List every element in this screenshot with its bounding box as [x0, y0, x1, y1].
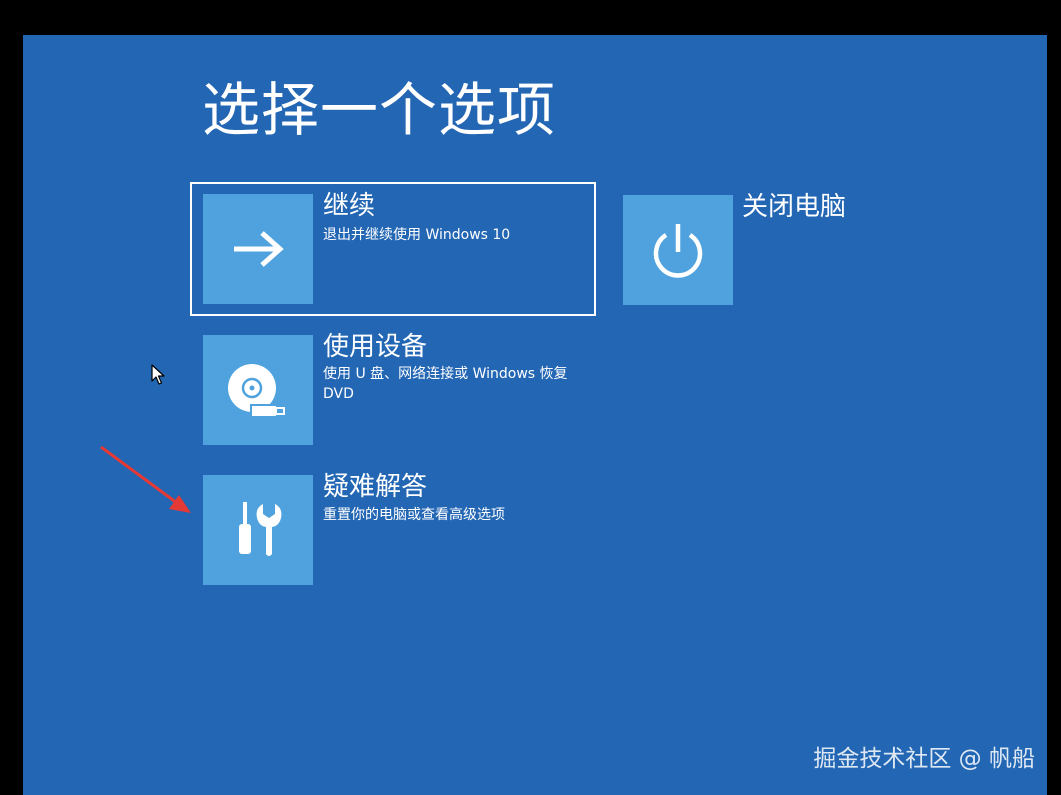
use-device-option[interactable]: 使用设备 使用 U 盘、网络连接或 Windows 恢复 DVD: [203, 332, 593, 445]
arrow-right-icon: [234, 231, 284, 267]
page-title: 选择一个选项: [202, 76, 557, 144]
troubleshoot-description: 重置你的电脑或查看高级选项: [323, 507, 505, 523]
use-device-tile: [203, 335, 313, 445]
shutdown-tile: [623, 195, 733, 305]
shutdown-option[interactable]: 关闭电脑: [623, 192, 873, 305]
continue-description: 退出并继续使用 Windows 10: [323, 227, 511, 243]
use-device-description: 使用 U 盘、网络连接或 Windows 恢复 DVD: [323, 366, 568, 402]
disc-usb-icon: [228, 364, 285, 418]
shutdown-title: 关闭电脑: [742, 192, 847, 222]
troubleshoot-option[interactable]: 疑难解答 重置你的电脑或查看高级选项: [203, 472, 593, 585]
continue-title: 继续: [323, 191, 376, 221]
recovery-screen: 选择一个选项 继续 退出并继续使用 Windows 10 关闭电脑 使用设备 使…: [23, 35, 1047, 795]
continue-option[interactable]: 继续 退出并继续使用 Windows 10: [190, 182, 596, 316]
power-icon: [653, 224, 703, 278]
continue-tile: [203, 194, 313, 304]
troubleshoot-tile: [203, 475, 313, 585]
tools-icon: [239, 502, 282, 556]
mouse-cursor-icon: [151, 364, 165, 385]
use-device-title: 使用设备: [323, 332, 428, 362]
watermark: 掘金技术社区 @ 帆船: [813, 746, 1035, 772]
troubleshoot-title: 疑难解答: [323, 472, 428, 502]
annotation-arrow-icon: [100, 445, 191, 513]
